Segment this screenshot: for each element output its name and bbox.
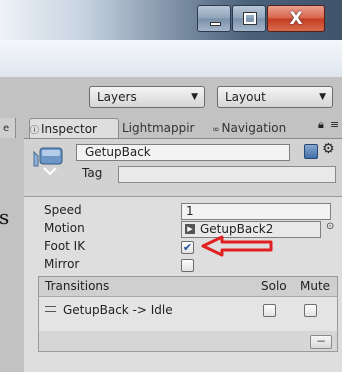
window-menu-strip <box>0 40 342 77</box>
layout-dropdown-label: Layout <box>225 90 266 104</box>
help-book-icon[interactable] <box>304 144 318 159</box>
gear-icon[interactable]: ⚙ <box>322 141 335 157</box>
state-name-field[interactable]: GetupBack <box>76 144 290 161</box>
mute-checkbox[interactable] <box>304 304 317 317</box>
mirror-label: Mirror <box>44 257 80 271</box>
unity-editor-area: Layers ▼ Layout ▼ e s ⓘ Inspector Lightma… <box>0 77 342 372</box>
animator-state-icon <box>33 147 63 176</box>
minimize-button[interactable] <box>197 5 231 32</box>
maximize-icon <box>243 12 257 25</box>
checkmark-icon: ✔ <box>182 241 193 254</box>
background-text-fragment: s <box>0 205 10 229</box>
tab-inspector-label: Inspector <box>41 122 97 136</box>
navmesh-icon: ∞ <box>212 125 220 135</box>
transition-name: GetupBack -> Idle <box>63 303 173 317</box>
tab-lightmapping[interactable]: Lightmappir <box>122 118 204 138</box>
speed-label: Speed <box>44 203 82 217</box>
annotation-arrow-icon <box>201 235 273 257</box>
solo-column-label: Solo <box>261 279 287 293</box>
adjacent-panel-fragment: e <box>3 123 10 134</box>
chevron-down-icon: ▼ <box>191 92 198 102</box>
footik-checkbox[interactable]: ✔ <box>181 241 194 254</box>
footik-label: Foot IK <box>44 239 86 253</box>
tag-label: Tag <box>82 166 103 180</box>
drag-handle-icon[interactable] <box>45 306 56 312</box>
motion-label: Motion <box>44 221 85 235</box>
tab-navigation-label: Navigation <box>221 121 287 135</box>
transitions-header: Transitions Solo Mute <box>39 277 337 297</box>
minimize-icon <box>210 22 221 26</box>
animation-clip-icon: ▶ <box>185 224 195 234</box>
tag-field[interactable] <box>118 166 336 183</box>
transitions-list: Transitions Solo Mute GetupBack -> Idle … <box>38 276 338 352</box>
layers-dropdown-label: Layers <box>97 90 137 104</box>
chevron-down-icon: ▼ <box>319 92 326 102</box>
close-icon: X <box>289 9 303 29</box>
mute-column-label: Mute <box>300 279 331 293</box>
remove-transition-button[interactable]: − <box>310 335 332 349</box>
tab-lightmapping-label: Lightmappir <box>122 121 195 135</box>
lock-icon[interactable]: 🔒︎ <box>318 118 324 132</box>
tab-inspector[interactable]: ⓘ Inspector <box>29 118 119 138</box>
layers-dropdown[interactable]: Layers ▼ <box>89 86 205 108</box>
speed-field[interactable]: 1 <box>181 203 331 220</box>
tab-navigation[interactable]: ∞ Navigation <box>212 118 310 138</box>
list-item[interactable]: GetupBack -> Idle <box>39 297 337 331</box>
mirror-checkbox[interactable] <box>181 259 194 272</box>
close-button[interactable]: X <box>267 5 325 32</box>
solo-checkbox[interactable] <box>263 304 276 317</box>
object-picker-icon[interactable]: ⊙ <box>326 221 334 232</box>
window-titlebar: X <box>0 0 342 40</box>
maximize-button[interactable] <box>232 5 266 32</box>
inspector-header: GetupBack ⚙ Tag <box>24 139 342 197</box>
panel-menu-icon[interactable]: ≡ <box>330 118 339 131</box>
layout-dropdown[interactable]: Layout ▼ <box>217 86 333 108</box>
info-icon: ⓘ <box>30 126 40 136</box>
transitions-title: Transitions <box>45 279 110 293</box>
inspector-panel: GetupBack ⚙ Tag Speed 1 Motion ▶ GetupBa… <box>24 138 342 372</box>
inspector-tabbar: ⓘ Inspector Lightmappir ∞ Navigation 🔒︎ ≡ <box>24 118 342 138</box>
